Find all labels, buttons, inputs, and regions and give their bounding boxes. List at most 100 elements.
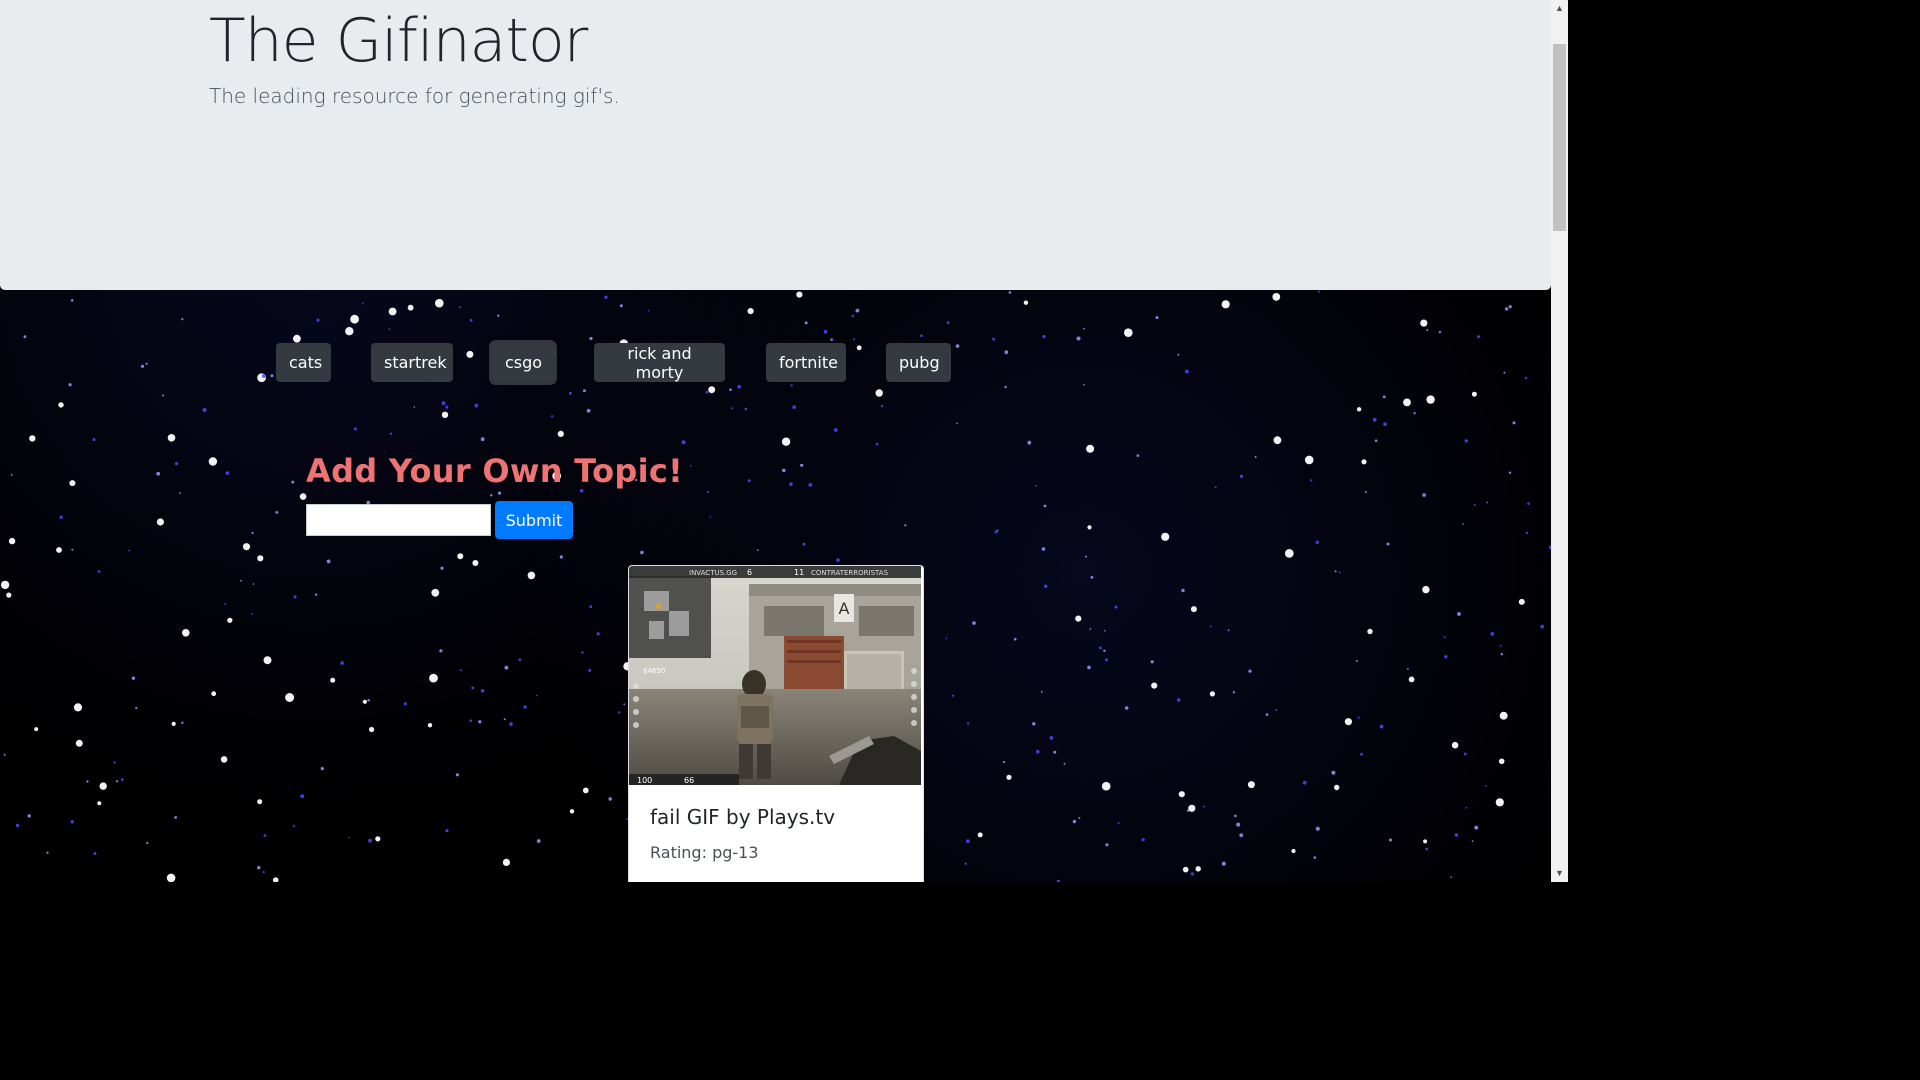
star [167,434,176,442]
gif-image[interactable]: A INVACTUS.GG 6 11 CONTRATERRORISTAS $46… [629,566,921,785]
star [293,595,297,599]
star [582,787,589,794]
star [441,401,446,406]
star [1403,398,1411,407]
star [474,403,479,408]
star [480,689,485,693]
topic-buttons: cats startrek csgo rick and morty fortni… [0,343,1551,383]
star [330,677,336,683]
star [375,836,381,842]
card-title: fail GIF by Plays.tv [650,805,836,829]
star [455,773,459,777]
star [1304,455,1314,465]
topic-button-startrek[interactable]: startrek [371,343,453,382]
star [146,841,149,845]
topic-button-pubg[interactable]: pubg [886,343,951,382]
topic-button-rick-and-morty[interactable]: rick and morty [594,343,725,382]
star [946,321,950,325]
star [1540,624,1545,629]
star [97,570,101,573]
vertical-scrollbar[interactable]: ▲ ▼ [1551,0,1568,882]
star [1150,660,1154,664]
star [490,494,493,497]
star [162,394,165,397]
scrollbar-thumb[interactable] [1553,44,1566,231]
star [1141,838,1145,842]
topic-button-cats[interactable]: cats [276,343,331,382]
star [211,691,217,697]
star [1334,570,1337,573]
star [156,518,164,526]
star [1105,658,1108,662]
star [1181,588,1185,593]
star [263,834,267,837]
star [1186,809,1190,812]
star [68,383,72,387]
star [1083,383,1085,386]
star [427,723,433,728]
star [1190,872,1194,876]
star [1221,861,1226,866]
topic-button-fortnite[interactable]: fortnite [766,343,846,382]
star [480,437,485,442]
star [445,405,449,409]
star [557,430,564,437]
topic-input[interactable] [306,504,491,536]
star [875,389,883,397]
star [1006,774,1012,780]
submit-button[interactable]: Submit [495,501,573,539]
star [46,851,49,854]
star [945,637,948,640]
star [471,686,475,690]
scroll-up-arrow-icon[interactable]: ▲ [1551,0,1568,17]
star [1525,531,1529,535]
scroll-down-arrow-icon[interactable]: ▼ [1551,865,1568,882]
star [1420,319,1428,327]
star [1190,606,1197,613]
star [706,491,710,494]
star [589,605,593,609]
star [1103,649,1106,652]
topic-button-csgo[interactable]: csgo [492,343,554,382]
star [800,463,804,467]
gif-card: A INVACTUS.GG 6 11 CONTRATERRORISTAS $46… [628,565,924,882]
star [747,479,751,483]
star [789,482,793,487]
star [518,658,522,661]
star [1176,698,1181,702]
star [316,318,320,322]
star [1438,331,1442,334]
star [275,511,279,514]
star [251,531,254,534]
star [1214,486,1217,489]
star [353,427,357,431]
star [1499,644,1502,647]
star [1105,843,1109,847]
star [1344,718,1352,726]
star [272,877,279,882]
hud-score-right: 11 [794,568,804,577]
star [361,302,364,305]
star [202,408,207,412]
star [345,327,354,336]
star [1317,290,1320,293]
star [1382,395,1386,399]
star [257,555,264,562]
star [502,858,510,867]
star [242,543,251,551]
star [224,603,226,605]
star [469,719,473,722]
star [1499,711,1508,720]
star [75,739,83,747]
star [1426,329,1429,332]
star [1357,716,1360,719]
star [1023,300,1029,305]
star [1234,814,1237,818]
star [326,559,331,564]
star [588,668,592,672]
star [1236,822,1241,827]
star [1075,615,1082,622]
star [1498,758,1505,765]
star [6,592,12,598]
star [29,435,36,442]
